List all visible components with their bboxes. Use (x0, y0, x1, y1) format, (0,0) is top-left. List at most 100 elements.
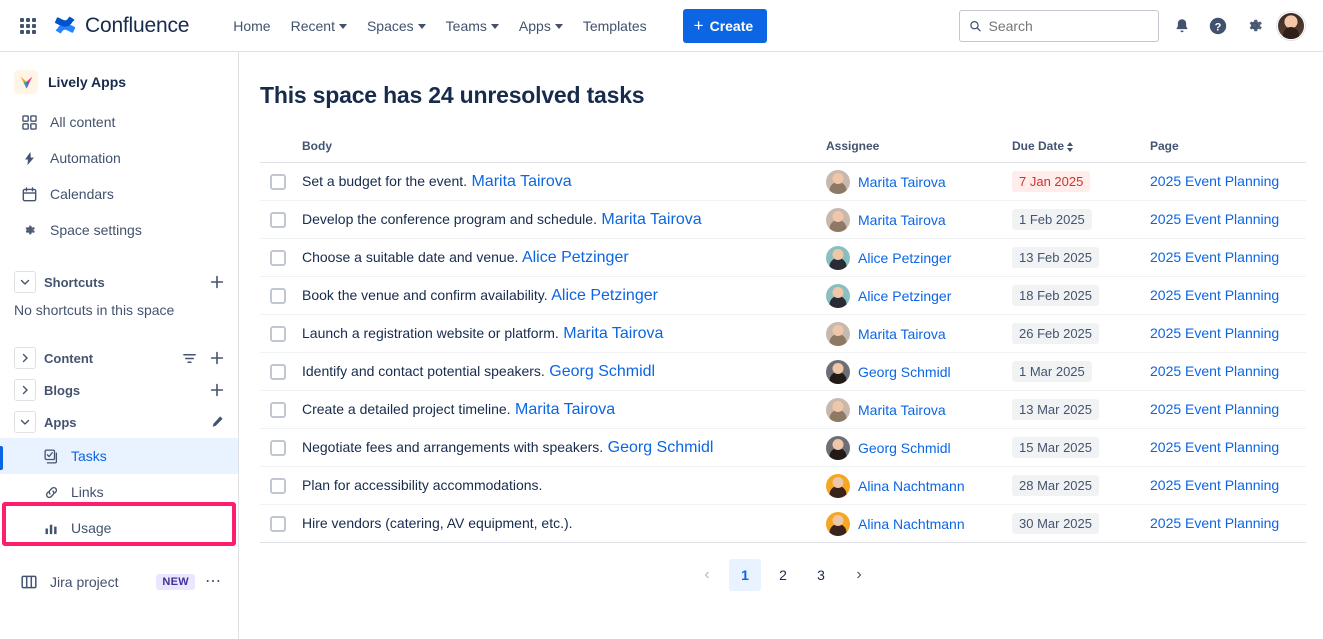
add-shortcut-icon[interactable] (208, 273, 226, 291)
page-link[interactable]: 2025 Event Planning (1150, 363, 1279, 379)
task-checkbox[interactable] (270, 440, 286, 456)
assignee-link[interactable]: Marita Tairova (858, 326, 946, 342)
table-header-row: Body Assignee Due Date Page (260, 139, 1306, 163)
sidebar-item-label: Calendars (50, 186, 114, 202)
nav-link-spaces[interactable]: Spaces (357, 11, 436, 41)
space-name: Lively Apps (48, 74, 126, 90)
cell-checkbox (260, 429, 302, 467)
user-avatar[interactable] (1277, 12, 1305, 40)
mention-link[interactable]: Marita Tairova (563, 325, 663, 342)
sidebar-item-tasks[interactable]: Tasks (0, 438, 238, 474)
page-link[interactable]: 2025 Event Planning (1150, 249, 1279, 265)
sidebar-item-usage[interactable]: Usage (0, 510, 238, 546)
page-link[interactable]: 2025 Event Planning (1150, 401, 1279, 417)
sidebar-item-space-settings[interactable]: Space settings (4, 212, 234, 248)
sidebar-item-calendars[interactable]: Calendars (4, 176, 234, 212)
column-header-assignee[interactable]: Assignee (826, 139, 1012, 163)
page-link[interactable]: 2025 Event Planning (1150, 439, 1279, 455)
chevron-right-icon[interactable] (14, 347, 36, 369)
pagination-page-3[interactable]: 3 (805, 559, 837, 591)
page-link[interactable]: 2025 Event Planning (1150, 325, 1279, 341)
pagination-prev-button[interactable]: ‹ (691, 559, 723, 591)
page-link[interactable]: 2025 Event Planning (1150, 515, 1279, 531)
cell-assignee: Marita Tairova (826, 391, 1012, 429)
sidebar-item-links[interactable]: Links (0, 474, 238, 510)
page-link[interactable]: 2025 Event Planning (1150, 477, 1279, 493)
assignee-link[interactable]: Marita Tairova (858, 174, 946, 190)
add-blog-icon[interactable] (208, 381, 226, 399)
section-apps: Apps (0, 406, 238, 438)
task-checkbox[interactable] (270, 516, 286, 532)
task-body-text: Choose a suitable date and venue. (302, 249, 518, 265)
sidebar-item-all-content[interactable]: All content (4, 104, 234, 140)
chevron-right-icon[interactable] (14, 379, 36, 401)
app-switcher-icon[interactable] (16, 14, 40, 38)
table-row: Set a budget for the event. Marita Tairo… (260, 163, 1306, 201)
page-link[interactable]: 2025 Event Planning (1150, 287, 1279, 303)
confluence-logo[interactable]: Confluence (54, 14, 189, 38)
search-input[interactable] (988, 18, 1149, 34)
column-header-due-date[interactable]: Due Date (1012, 139, 1150, 163)
nav-link-home[interactable]: Home (223, 11, 280, 41)
assignee-link[interactable]: Marita Tairova (858, 212, 946, 228)
sort-arrows-icon[interactable] (1067, 142, 1073, 152)
cell-assignee: Marita Tairova (826, 201, 1012, 239)
task-checkbox[interactable] (270, 326, 286, 342)
assignee-link[interactable]: Marita Tairova (858, 402, 946, 418)
task-checkbox[interactable] (270, 364, 286, 380)
task-checkbox[interactable] (270, 174, 286, 190)
nav-link-teams[interactable]: Teams (436, 11, 509, 41)
task-checkbox[interactable] (270, 212, 286, 228)
task-body-text: Set a budget for the event. (302, 173, 467, 189)
mention-link[interactable]: Georg Schmidl (549, 363, 655, 380)
due-date-badge: 30 Mar 2025 (1012, 513, 1099, 534)
page-link[interactable]: 2025 Event Planning (1150, 211, 1279, 227)
mention-link[interactable]: Alice Petzinger (522, 249, 629, 266)
assignee-link[interactable]: Georg Schmidl (858, 440, 951, 456)
sidebar-item-automation[interactable]: Automation (4, 140, 234, 176)
cell-assignee: Marita Tairova (826, 163, 1012, 201)
cell-due-date: 26 Feb 2025 (1012, 315, 1150, 353)
assignee-link[interactable]: Alina Nachtmann (858, 478, 965, 494)
column-header-page[interactable]: Page (1150, 139, 1306, 163)
mention-link[interactable]: Georg Schmidl (608, 439, 714, 456)
task-checkbox[interactable] (270, 402, 286, 418)
nav-link-apps[interactable]: Apps (509, 11, 573, 41)
mention-link[interactable]: Alice Petzinger (551, 287, 658, 304)
assignee-link[interactable]: Alina Nachtmann (858, 516, 965, 532)
settings-gear-icon[interactable] (1241, 13, 1267, 39)
notifications-icon[interactable] (1169, 13, 1195, 39)
mention-link[interactable]: Marita Tairova (601, 211, 701, 228)
chevron-down-icon[interactable] (14, 271, 36, 293)
assignee-link[interactable]: Alice Petzinger (858, 250, 951, 266)
nav-link-templates[interactable]: Templates (573, 11, 657, 41)
search-box[interactable] (959, 10, 1159, 42)
section-actions (180, 349, 226, 367)
edit-pencil-icon[interactable] (208, 413, 226, 431)
due-date-badge-overdue: 7 Jan 2025 (1012, 171, 1090, 192)
chevron-down-icon[interactable] (14, 411, 36, 433)
task-checkbox[interactable] (270, 478, 286, 494)
nav-link-recent[interactable]: Recent (281, 11, 357, 41)
mention-link[interactable]: Marita Tairova (515, 401, 615, 418)
help-icon[interactable]: ? (1205, 13, 1231, 39)
pagination-page-1[interactable]: 1 (729, 559, 761, 591)
more-options-icon[interactable]: ⋯ (205, 574, 222, 590)
sidebar-item-label: Space settings (50, 222, 142, 238)
sidebar-item-jira-project[interactable]: Jira project NEW ⋯ (4, 564, 234, 600)
filter-icon[interactable] (180, 349, 198, 367)
page-link[interactable]: 2025 Event Planning (1150, 173, 1279, 189)
mention-link[interactable]: Marita Tairova (471, 173, 571, 190)
cell-due-date: 18 Feb 2025 (1012, 277, 1150, 315)
assignee-link[interactable]: Georg Schmidl (858, 364, 951, 380)
pagination-page-2[interactable]: 2 (767, 559, 799, 591)
pagination-next-button[interactable]: › (843, 559, 875, 591)
assignee-link[interactable]: Alice Petzinger (858, 288, 951, 304)
section-actions (208, 273, 226, 291)
space-header[interactable]: Lively Apps (0, 64, 238, 96)
task-checkbox[interactable] (270, 250, 286, 266)
column-header-body[interactable]: Body (302, 139, 826, 163)
task-checkbox[interactable] (270, 288, 286, 304)
create-button[interactable]: + Create (683, 9, 768, 43)
add-content-icon[interactable] (208, 349, 226, 367)
